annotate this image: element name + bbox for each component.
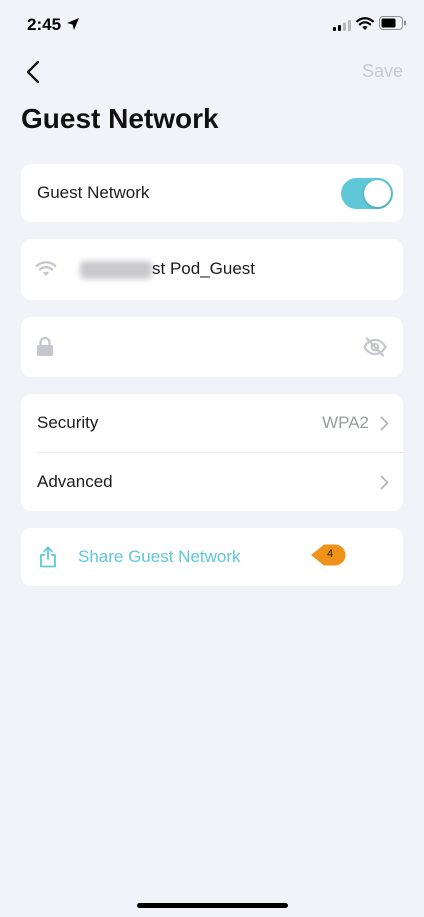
status-bar: 2:45 xyxy=(0,0,424,50)
chevron-left-icon xyxy=(26,60,40,84)
advanced-label: Advanced xyxy=(37,472,113,491)
guest-network-card: Guest Network xyxy=(21,164,403,222)
guest-network-label: Guest Network xyxy=(37,183,150,202)
settings-card: Security WPA2 Advanced xyxy=(21,394,403,511)
back-button[interactable] xyxy=(18,56,48,88)
battery-icon xyxy=(379,16,406,30)
guest-network-toggle[interactable] xyxy=(341,178,393,209)
status-time: 2:45 xyxy=(27,15,62,34)
password-field[interactable] xyxy=(71,329,345,367)
location-arrow-icon xyxy=(67,18,79,30)
share-guest-network-button[interactable]: Share Guest Network 4 xyxy=(21,528,403,586)
ssid-redacted-prefix xyxy=(80,261,152,279)
security-value: WPA2 xyxy=(322,413,369,432)
cellular-signal-icon xyxy=(333,20,351,31)
chevron-right-icon xyxy=(380,416,389,431)
eye-off-icon[interactable] xyxy=(363,337,387,357)
ssid-name[interactable]: st Pod_Guest xyxy=(152,259,255,279)
wifi-icon xyxy=(35,261,57,276)
toggle-knob xyxy=(364,180,391,207)
security-label: Security xyxy=(37,413,99,432)
share-icon xyxy=(40,546,56,568)
share-guest-network-label[interactable]: Share Guest Network xyxy=(78,547,241,567)
password-card xyxy=(21,317,403,377)
lock-icon xyxy=(37,337,53,356)
ssid-card[interactable]: st Pod_Guest xyxy=(21,239,403,300)
save-button[interactable]: Save xyxy=(362,61,403,82)
step-badge-number: 4 xyxy=(327,548,334,560)
chevron-right-icon xyxy=(380,475,389,490)
home-indicator xyxy=(137,903,288,908)
wifi-status-icon xyxy=(356,17,374,30)
security-row[interactable]: Security WPA2 xyxy=(21,394,403,453)
page-title: Guest Network xyxy=(21,103,219,134)
advanced-row[interactable]: Advanced xyxy=(21,453,403,511)
